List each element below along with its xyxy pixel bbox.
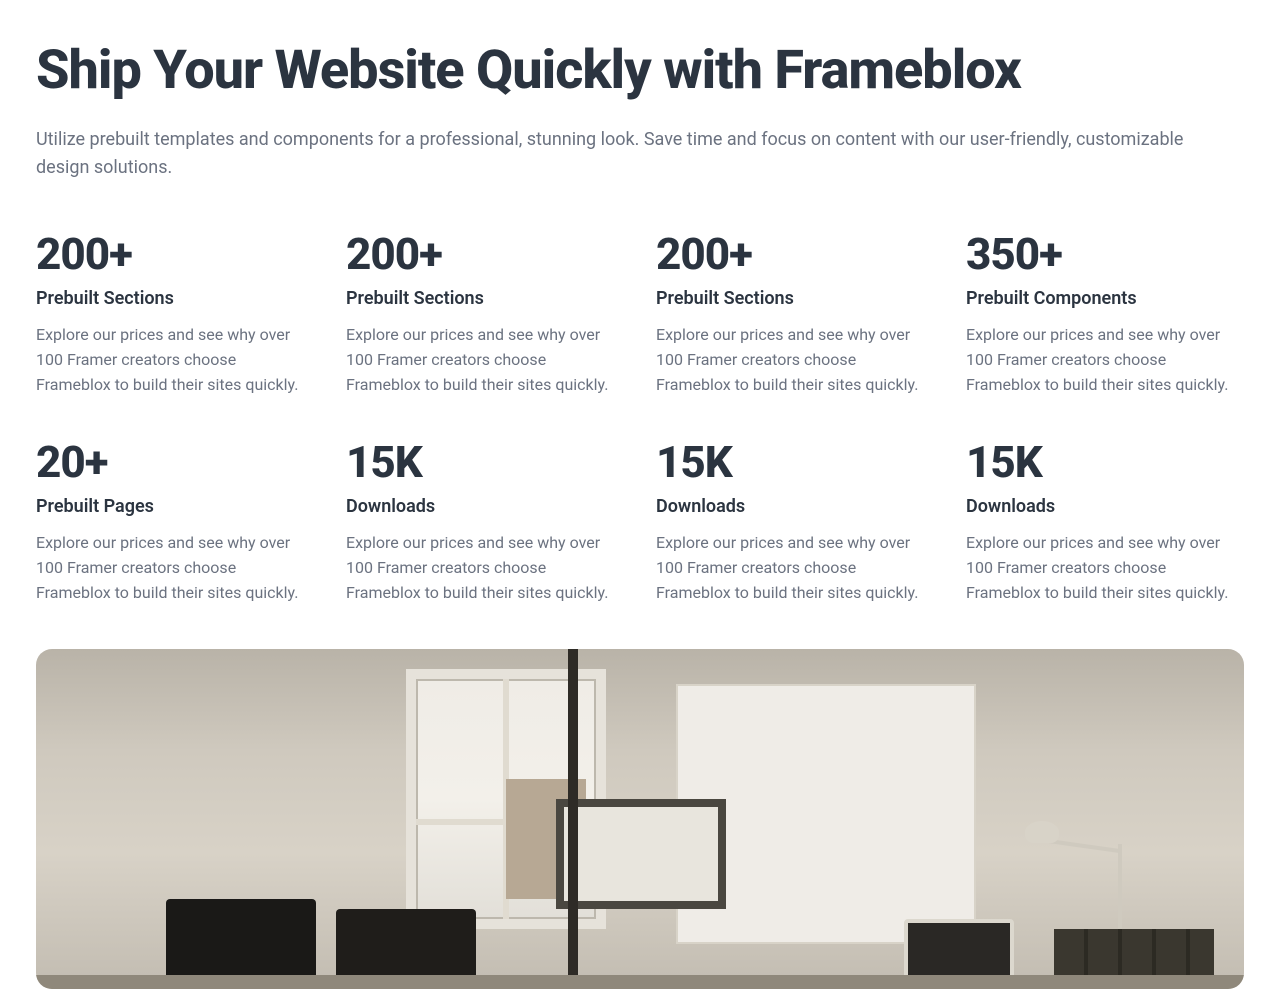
stat-desc: Explore our prices and see why over 100 … (656, 323, 934, 397)
stat-desc: Explore our prices and see why over 100 … (346, 531, 624, 605)
stat-label: Downloads (656, 496, 934, 517)
stat-value: 15K (656, 438, 934, 486)
stat-card: 15K Downloads Explore our prices and see… (966, 438, 1244, 606)
stat-card: 200+ Prebuilt Sections Explore our price… (656, 230, 934, 398)
stat-value: 200+ (346, 230, 624, 278)
stat-label: Prebuilt Sections (346, 288, 624, 309)
stat-desc: Explore our prices and see why over 100 … (966, 531, 1244, 605)
stat-label: Downloads (346, 496, 624, 517)
stat-card: 350+ Prebuilt Components Explore our pri… (966, 230, 1244, 398)
lamp-arm-shape (1049, 840, 1119, 854)
stat-label: Prebuilt Sections (656, 288, 934, 309)
page-subtitle: Utilize prebuilt templates and component… (36, 126, 1196, 182)
stat-card: 15K Downloads Explore our prices and see… (346, 438, 624, 606)
stat-card: 15K Downloads Explore our prices and see… (656, 438, 934, 606)
stat-label: Prebuilt Pages (36, 496, 314, 517)
stat-label: Prebuilt Sections (36, 288, 314, 309)
stat-card: 200+ Prebuilt Sections Explore our price… (346, 230, 624, 398)
stats-grid: 200+ Prebuilt Sections Explore our price… (36, 230, 1244, 606)
stat-card: 200+ Prebuilt Sections Explore our price… (36, 230, 314, 398)
hero-image (36, 649, 1244, 989)
lamp-head-shape (1025, 821, 1059, 843)
stat-label: Prebuilt Components (966, 288, 1244, 309)
wall-frame-shape (556, 799, 726, 909)
stat-value: 20+ (36, 438, 314, 486)
stat-value: 200+ (36, 230, 314, 278)
stat-desc: Explore our prices and see why over 100 … (346, 323, 624, 397)
stat-card: 20+ Prebuilt Pages Explore our prices an… (36, 438, 314, 606)
pillar-shape (568, 649, 578, 989)
desk-shape (36, 975, 1244, 989)
stat-value: 200+ (656, 230, 934, 278)
stat-value: 350+ (966, 230, 1244, 278)
stat-value: 15K (346, 438, 624, 486)
stat-desc: Explore our prices and see why over 100 … (966, 323, 1244, 397)
stat-desc: Explore our prices and see why over 100 … (36, 323, 314, 397)
stat-desc: Explore our prices and see why over 100 … (36, 531, 314, 605)
stat-value: 15K (966, 438, 1244, 486)
stat-desc: Explore our prices and see why over 100 … (656, 531, 934, 605)
page-title: Ship Your Website Quickly with Frameblox (36, 40, 1244, 102)
stat-label: Downloads (966, 496, 1244, 517)
